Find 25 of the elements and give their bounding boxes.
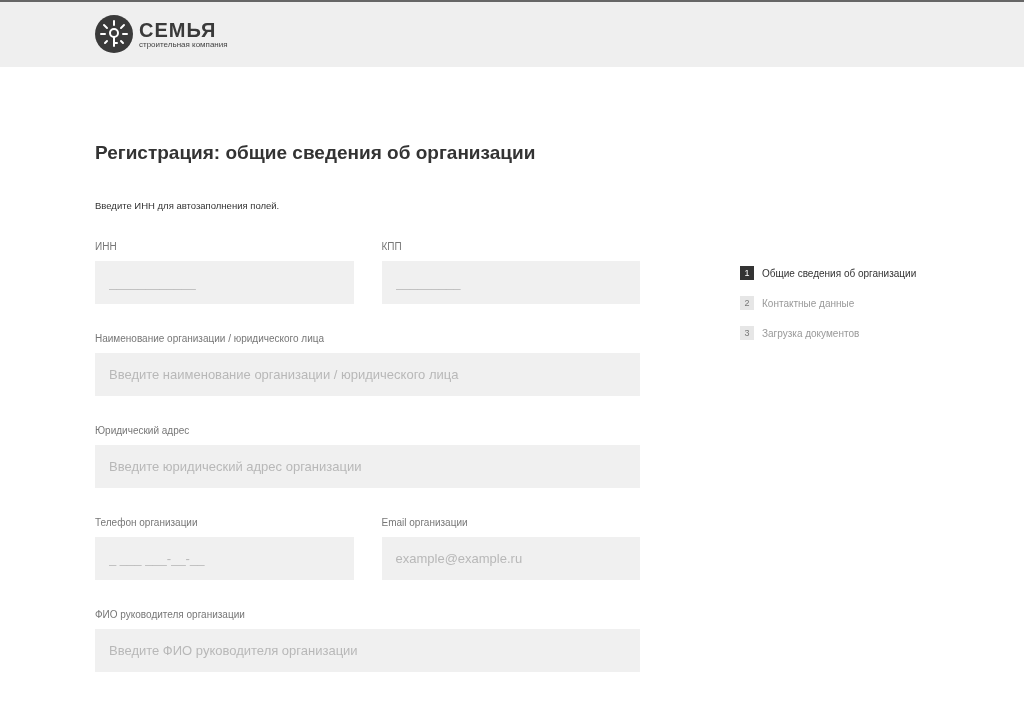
input-field[interactable]: Введите ФИО руководителя организации <box>95 629 640 672</box>
input-field[interactable]: _________ <box>381 261 640 304</box>
field-label: ФИО руководителя организации <box>95 609 246 621</box>
step-number: 1 <box>740 266 754 280</box>
input-field[interactable]: ____________ <box>95 261 354 304</box>
step-label[interactable]: Общие сведения об организации <box>762 267 917 279</box>
logo-icon <box>95 15 133 53</box>
input-field[interactable]: example@example.ru <box>381 537 640 580</box>
field-label: Наименование организации / юридического лица <box>95 333 326 345</box>
input-field[interactable]: Введите наименование организации / юридического лица <box>95 353 640 396</box>
page-title: Регистрация: общие сведения об организации <box>95 142 537 164</box>
step-number: 3 <box>740 326 754 340</box>
step-label[interactable]: Загрузка документов <box>762 327 860 339</box>
logo-tagline: строительная компания <box>139 39 228 49</box>
field-label: Юридический адрес <box>95 425 191 437</box>
logo-name: СЕМЬЯ <box>139 19 218 40</box>
input-field[interactable]: _ ___ ___-__-__ <box>95 537 354 580</box>
field-label: Email организации <box>381 517 469 529</box>
field-label: КПП <box>381 241 403 253</box>
step-number: 2 <box>740 296 754 310</box>
field-label: Телефон организации <box>95 517 199 529</box>
hint-text: Введите ИНН для автозаполнения полей. <box>95 200 281 211</box>
input-field[interactable]: Введите юридический адрес организации <box>95 445 640 488</box>
step-label[interactable]: Контактные данные <box>762 297 855 309</box>
field-label: ИНН <box>95 241 118 253</box>
